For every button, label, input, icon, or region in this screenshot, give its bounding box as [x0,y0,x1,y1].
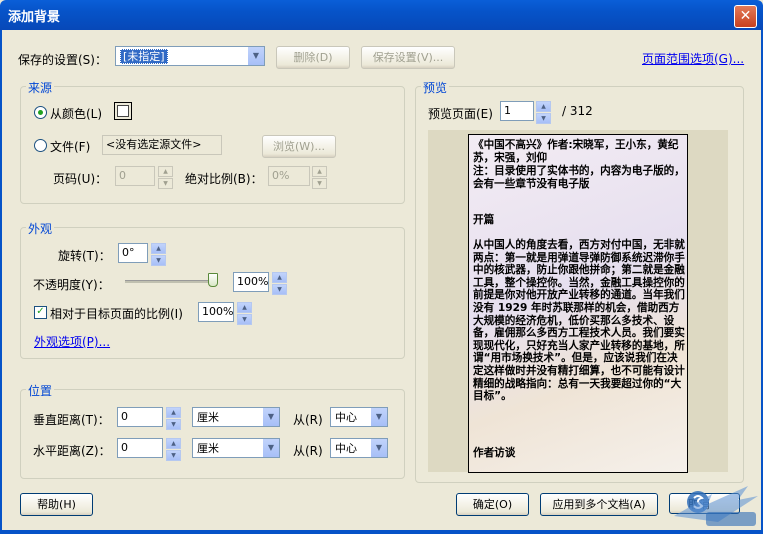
opacity-spinner[interactable]: ▲ ▼ [272,272,287,295]
window-title: 添加背景 [8,10,61,25]
preview-para-3: 从中国人的角度去看，西方对付中国，无非就两点：第一就是用弹道导弹防御系统迟滞你手… [473,239,685,403]
page-number-spinner[interactable]: ▲ ▼ [158,166,173,189]
preview-page-label: 预览页面(E) [428,107,493,121]
title-bar[interactable]: 添加背景 ✕ [0,0,763,30]
page-number-field[interactable]: 0 [115,166,155,186]
chevron-down-icon: ▼ [370,439,387,457]
horizontal-distance-field[interactable]: 0 [117,438,163,458]
position-legend: 位置 [26,382,55,399]
from-color-radio[interactable] [34,106,47,119]
preview-para-2: 注：目录使用了实体书的，内容为电子版的，会有一些章节没有电子版 [473,165,685,190]
source-legend: 来源 [26,79,55,96]
apply-to-multiple-button[interactable]: 应用到多个文档(A) [540,493,658,516]
opacity-label: 不透明度(Y)： [33,278,110,292]
absolute-scale-label: 绝对比例(B)： [185,172,263,186]
horizontal-from-value: 中心 [335,442,357,455]
preview-para-1: 《中国不高兴》作者:宋晓军，王小东，黄纪苏，宋强，刘仰 [473,139,679,164]
horizontal-unit-dropdown[interactable]: 厘米 ▼ [192,438,280,458]
horizontal-from-dropdown[interactable]: 中心 ▼ [330,438,388,458]
file-label: 文件(F) [50,140,91,154]
preview-page-spinner[interactable]: ▲ ▼ [536,101,551,124]
vertical-distance-spinner[interactable]: ▲ ▼ [166,407,181,430]
ok-button[interactable]: 确定(O) [456,493,529,516]
relative-scale-field[interactable]: 100% [198,302,234,322]
preview-legend: 预览 [421,79,450,96]
from-color-label: 从颜色(L) [50,107,103,121]
chevron-down-icon: ▼ [262,408,279,426]
save-settings-button[interactable]: 保存设置(V)... [361,46,455,69]
rotation-label: 旋转(T)： [58,249,111,263]
saved-settings-label: 保存的设置(S)： [18,53,107,67]
saved-settings-value: [未指定] [120,49,168,64]
position-group [20,389,405,479]
rotation-field[interactable]: 0° [118,243,148,263]
opacity-slider-thumb[interactable] [208,273,218,287]
vertical-from-dropdown[interactable]: 中心 ▼ [330,407,388,427]
file-radio[interactable] [34,139,47,152]
preview-page-field[interactable]: 1 [500,101,534,121]
rotation-spinner[interactable]: ▲ ▼ [151,243,166,266]
page-number-label: 页码(U)： [53,172,108,186]
chevron-down-icon: ▼ [370,408,387,426]
close-button[interactable]: ✕ [734,5,757,28]
horizontal-unit-value: 厘米 [197,442,219,455]
browse-button[interactable]: 浏览(W)... [262,135,336,158]
preview-page: 《中国不高兴》作者:宋晓军，王小东，黄纪苏，宋强，刘仰 注：目录使用了实体书的，… [468,134,688,473]
opacity-slider-track[interactable] [125,280,215,283]
help-button[interactable]: 帮助(H) [20,493,93,516]
absolute-scale-spinner[interactable]: ▲ ▼ [312,166,327,189]
horizontal-distance-spinner[interactable]: ▲ ▼ [166,438,181,461]
appearance-legend: 外观 [26,220,55,237]
vertical-unit-dropdown[interactable]: 厘米 ▼ [192,407,280,427]
preview-page-total: / 312 [562,104,593,118]
delete-button[interactable]: 删除(D) [276,46,350,69]
page-range-options-link[interactable]: 页面范围选项(G)... [642,50,744,67]
color-swatch-button[interactable] [114,102,132,120]
vertical-from-label: 从(R) [293,413,323,427]
preview-heading-2: 作者访谈 [473,447,516,459]
relative-scale-label: 相对于目标页面的比例(I) [50,307,183,321]
watermark-logo-icon [674,486,758,526]
relative-scale-spinner[interactable]: ▲ ▼ [237,302,252,325]
chevron-down-icon: ▼ [247,47,264,65]
vertical-distance-field[interactable]: 0 [117,407,163,427]
appearance-options-link[interactable]: 外观选项(P)... [34,333,110,350]
saved-settings-dropdown[interactable]: [未指定] ▼ [115,46,265,66]
relative-scale-checkbox[interactable]: ✓ [34,306,47,319]
file-path-field[interactable]: <没有选定源文件> [102,135,222,155]
absolute-scale-field[interactable]: 0% [268,166,310,186]
chevron-down-icon: ▼ [262,439,279,457]
preview-heading-1: 开篇 [473,214,495,226]
horizontal-distance-label: 水平距离(Z)： [33,444,111,458]
opacity-field[interactable]: 100% [233,272,269,292]
horizontal-from-label: 从(R) [293,444,323,458]
vertical-unit-value: 厘米 [197,411,219,424]
vertical-from-value: 中心 [335,411,357,424]
vertical-distance-label: 垂直距离(T)： [33,413,110,427]
